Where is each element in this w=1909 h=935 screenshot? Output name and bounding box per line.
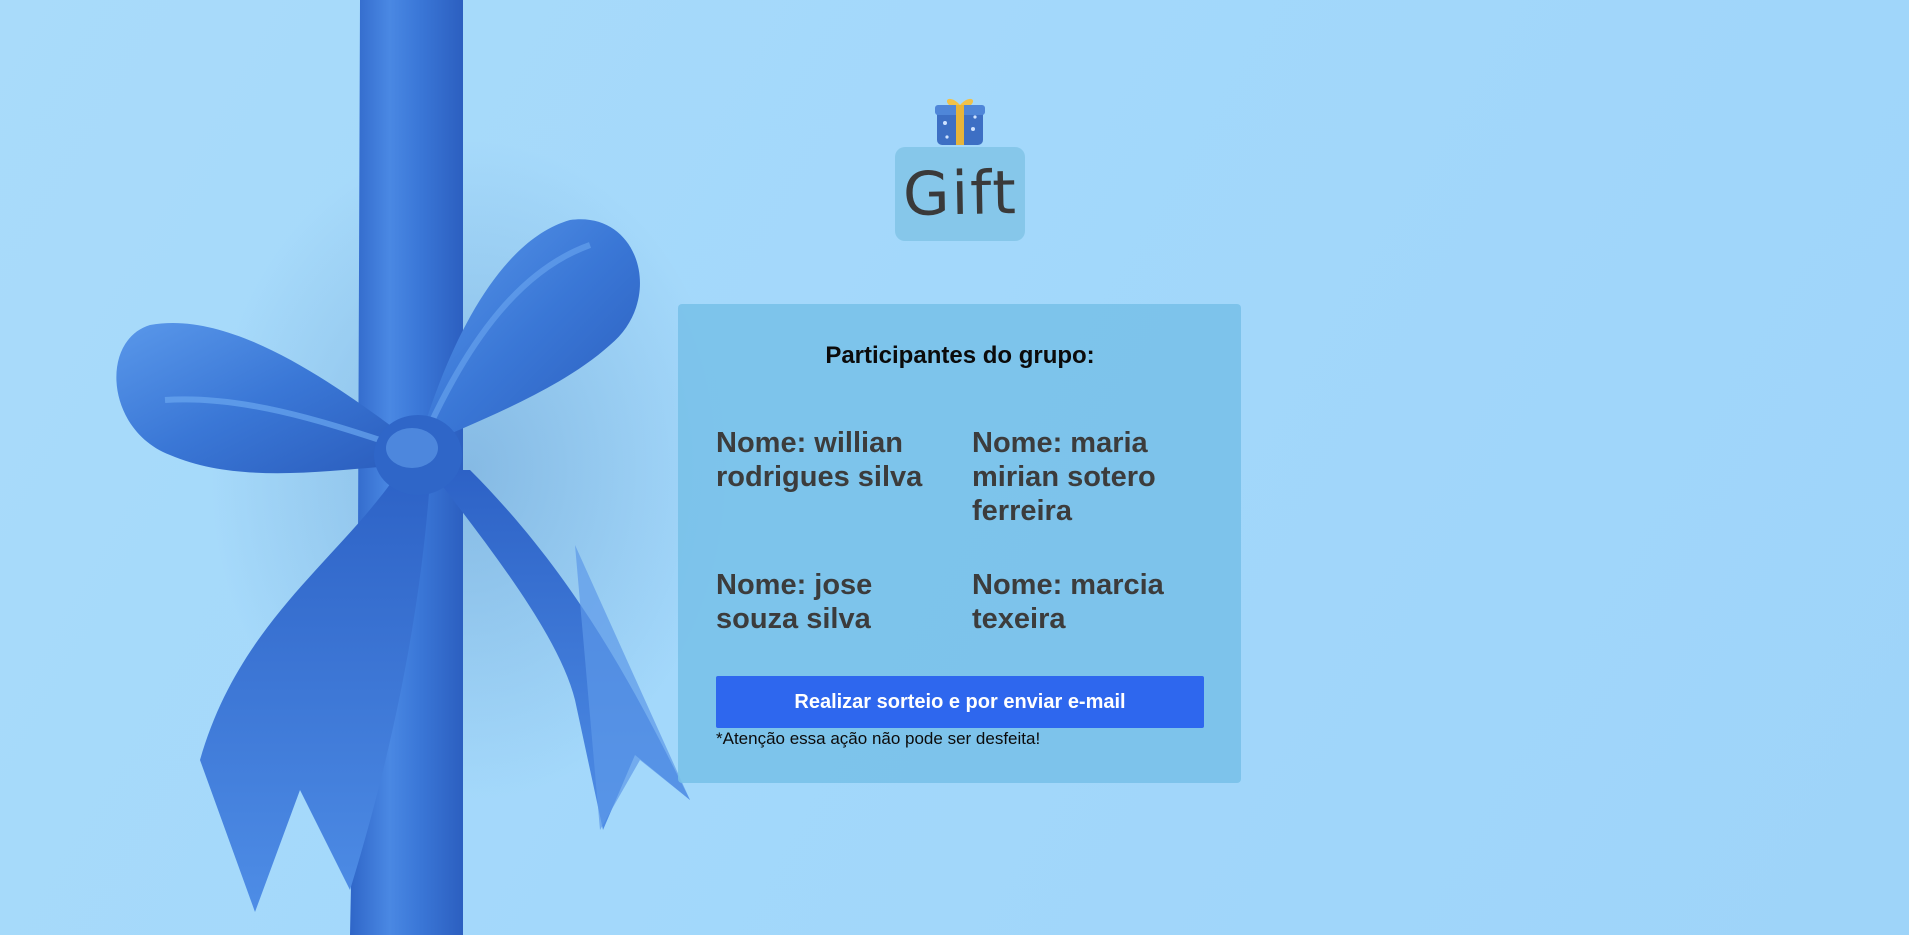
participant-name: Nome: jose souza silva (716, 569, 873, 635)
group-title: Participantes do grupo: (825, 342, 1095, 369)
participant-name: Nome: willian rodrigues silva (716, 427, 923, 493)
logo: Gift (895, 95, 1025, 241)
draw-and-email-button[interactable]: Realizar sorteio e por enviar e-mail (716, 676, 1204, 728)
gift-box-icon (935, 98, 985, 145)
logo-text: Gift (902, 158, 1018, 230)
warning-text: *Atenção essa ação não pode ser desfeita… (716, 729, 1041, 748)
group-card: Participantes do grupo: Nome: willian ro… (678, 304, 1241, 783)
participants-grid: Nome: willian rodrigues silva Nome: mari… (716, 426, 1204, 636)
logo-box: Gift (895, 147, 1025, 241)
participant-name: Nome: maria mirian sotero ferreira (972, 427, 1156, 527)
participant-name: Nome: marcia texeira (972, 569, 1164, 635)
